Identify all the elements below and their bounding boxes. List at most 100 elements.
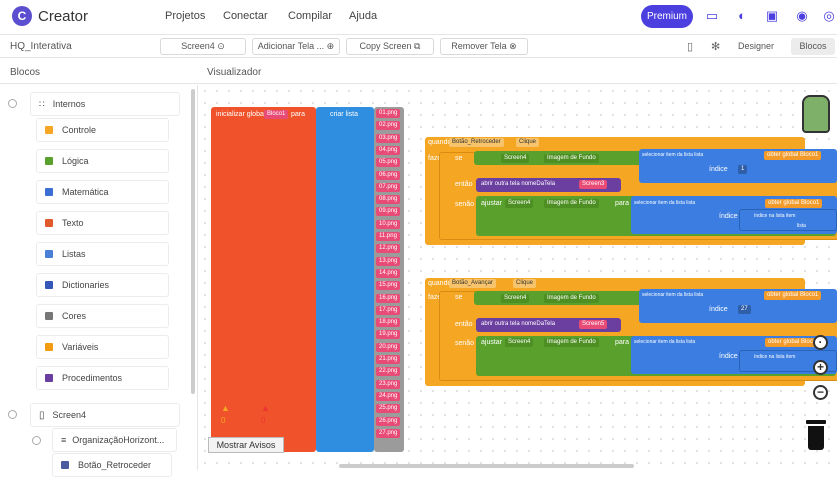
create-list-block[interactable] (316, 107, 374, 452)
image-filename-text[interactable]: 04.png (376, 145, 401, 155)
sidebar-scrollbar[interactable] (191, 89, 195, 394)
screen-ref[interactable]: Screen4 (501, 154, 530, 163)
palette-icon[interactable]: ◐ (734, 8, 750, 24)
collapse-toggle-icon[interactable] (8, 410, 17, 419)
tree-item-builtin[interactable]: ∷ Internos (30, 92, 180, 116)
image-prop-ref[interactable]: Imagem de Fundo (544, 199, 599, 208)
warning-icon[interactable]: ▲ (221, 403, 230, 413)
global-init-block[interactable] (211, 107, 316, 452)
image-filename-text[interactable]: 03.png (376, 133, 401, 143)
collapse-toggle-icon[interactable] (8, 99, 17, 108)
event-component[interactable]: Botão_Retroceder (449, 138, 504, 147)
se-label: se (455, 294, 463, 301)
image-filename-text[interactable]: 16.png (376, 293, 401, 303)
image-prop-ref[interactable]: Imagem de Fundo (544, 294, 599, 303)
index-value[interactable]: 27 (738, 305, 751, 314)
sidebar-item-texto[interactable]: Texto (36, 211, 169, 235)
blocks-tab[interactable]: Blocos (791, 38, 835, 55)
sidebar-item-label: Procedimentos (62, 373, 123, 383)
get-global-pill[interactable]: obter global Bloco1 (764, 151, 822, 160)
folder-icon[interactable]: ▭ (704, 8, 720, 24)
image-filename-text[interactable]: 15.png (376, 281, 401, 291)
image-filename-text[interactable]: 10.png (376, 219, 401, 229)
remove-screen-button[interactable]: Remover Tela ⊗ (440, 38, 528, 55)
app-title[interactable]: Creator (38, 8, 88, 25)
warning-count: 0 (221, 416, 226, 425)
menu-connect[interactable]: Conectar (223, 10, 268, 22)
copy-screen-button[interactable]: Copy Screen ⧉ (346, 38, 434, 55)
image-filename-text[interactable]: 13.png (376, 256, 401, 266)
image-filename-text[interactable]: 26.png (376, 416, 401, 426)
screen-ref[interactable]: Screen4 (505, 338, 534, 347)
premium-button[interactable]: Premium (641, 5, 693, 28)
canvas-scrollbar[interactable] (339, 464, 634, 468)
image-filename-text[interactable]: 21.png (376, 355, 401, 364)
sidebar-item-listas[interactable]: Listas (36, 242, 169, 266)
zoom-in-icon[interactable]: + (813, 360, 828, 375)
tree-item-back-button[interactable]: Botão_Retroceder (52, 453, 172, 477)
tree-item-arrangement[interactable]: ≡ OrganizaçãoHorizont... (52, 428, 177, 452)
image-filename-text[interactable]: 20.png (376, 342, 401, 352)
image-filename-text[interactable]: 08.png (376, 195, 401, 205)
event-component[interactable]: Botão_Avançar (449, 279, 496, 288)
screen-ref[interactable]: Screen4 (505, 199, 534, 208)
image-filename-text[interactable]: 22.png (376, 367, 401, 377)
image-filename-text[interactable]: 07.png (376, 182, 401, 192)
center-icon[interactable]: · (813, 335, 828, 350)
tree-item-screen4[interactable]: ▯ Screen4 (30, 403, 180, 427)
global-name-field[interactable]: Bloco1 (264, 110, 289, 119)
get-global-pill[interactable]: obter global Bloco1 (765, 199, 823, 208)
sidebar-item-dictionaries[interactable]: Dictionaries (36, 273, 169, 297)
sidebar-item-lógica[interactable]: Lógica (36, 149, 169, 173)
index-value[interactable]: 1 (738, 165, 748, 174)
image-filename-text[interactable]: 27.png (376, 428, 401, 438)
image-prop-ref[interactable]: Imagem de Fundo (544, 338, 599, 347)
trash-icon[interactable] (806, 420, 826, 450)
screen-ref[interactable]: Screen4 (501, 294, 530, 303)
error-icon[interactable]: ▲ (261, 403, 270, 413)
image-filename-text[interactable]: 24.png (376, 391, 401, 401)
sidebar-item-variáveis[interactable]: Variáveis (36, 335, 169, 359)
sidebar-item-controle[interactable]: Controle (36, 118, 169, 142)
image-filename-text[interactable]: 23.png (376, 379, 401, 389)
screen-select[interactable]: Screen4 ⊙ (160, 38, 246, 55)
sidebar-item-matemática[interactable]: Matemática (36, 180, 169, 204)
image-filename-text[interactable]: 06.png (376, 170, 401, 180)
blocks-canvas[interactable]: inicializar global Bloco1 para criar lis… (199, 85, 837, 470)
image-filename-text[interactable]: 25.png (376, 404, 401, 414)
image-filename-text[interactable]: 12.png (376, 244, 401, 254)
menu-projects[interactable]: Projetos (165, 10, 205, 22)
image-filename-text[interactable]: 14.png (376, 268, 401, 278)
settings-icon[interactable]: ◎ (821, 8, 837, 24)
backpack-icon[interactable] (802, 95, 830, 133)
gear-icon[interactable]: ✻ (711, 40, 720, 53)
gallery-icon[interactable]: ▣ (764, 8, 780, 24)
screen3-text[interactable]: Screen3 (579, 180, 608, 189)
zoom-out-icon[interactable]: − (813, 385, 828, 400)
image-filename-text[interactable]: 09.png (376, 207, 401, 217)
sidebar-item-cores[interactable]: Cores (36, 304, 169, 328)
account-icon[interactable]: ◉ (794, 8, 810, 24)
image-filename-text[interactable]: 19.png (376, 330, 401, 340)
app-logo[interactable]: C (12, 6, 32, 26)
select-item-label: selecionar item da lista lista (642, 152, 704, 158)
get-global-pill[interactable]: obter global Bloco1 (764, 291, 822, 300)
menu-help[interactable]: Ajuda (349, 10, 377, 22)
image-filename-text[interactable]: 05.png (376, 158, 401, 168)
image-filename-text[interactable]: 18.png (376, 318, 401, 328)
image-filename-text[interactable]: 11.png (376, 232, 400, 241)
remove-screen-label: Remover Tela (451, 41, 507, 51)
phone-preview-icon[interactable]: ▯ (687, 40, 693, 53)
menu-build[interactable]: Compilar (288, 10, 332, 22)
image-prop-ref[interactable]: Imagem de Fundo (544, 154, 599, 163)
sidebar-item-procedimentos[interactable]: Procedimentos (36, 366, 169, 390)
add-screen-button[interactable]: Adicionar Tela ... ⊕ (252, 38, 340, 55)
image-filename-text[interactable]: 02.png (376, 121, 401, 131)
se-label: se (455, 155, 463, 162)
designer-tab[interactable]: Designer (731, 38, 781, 55)
image-filename-text[interactable]: 01.png (376, 109, 401, 118)
screen5-text[interactable]: Screen5 (579, 320, 608, 329)
image-filename-text[interactable]: 17.png (376, 305, 401, 315)
collapse-toggle-icon[interactable] (32, 436, 41, 445)
show-warnings-button[interactable]: Mostrar Avisos (208, 437, 284, 453)
